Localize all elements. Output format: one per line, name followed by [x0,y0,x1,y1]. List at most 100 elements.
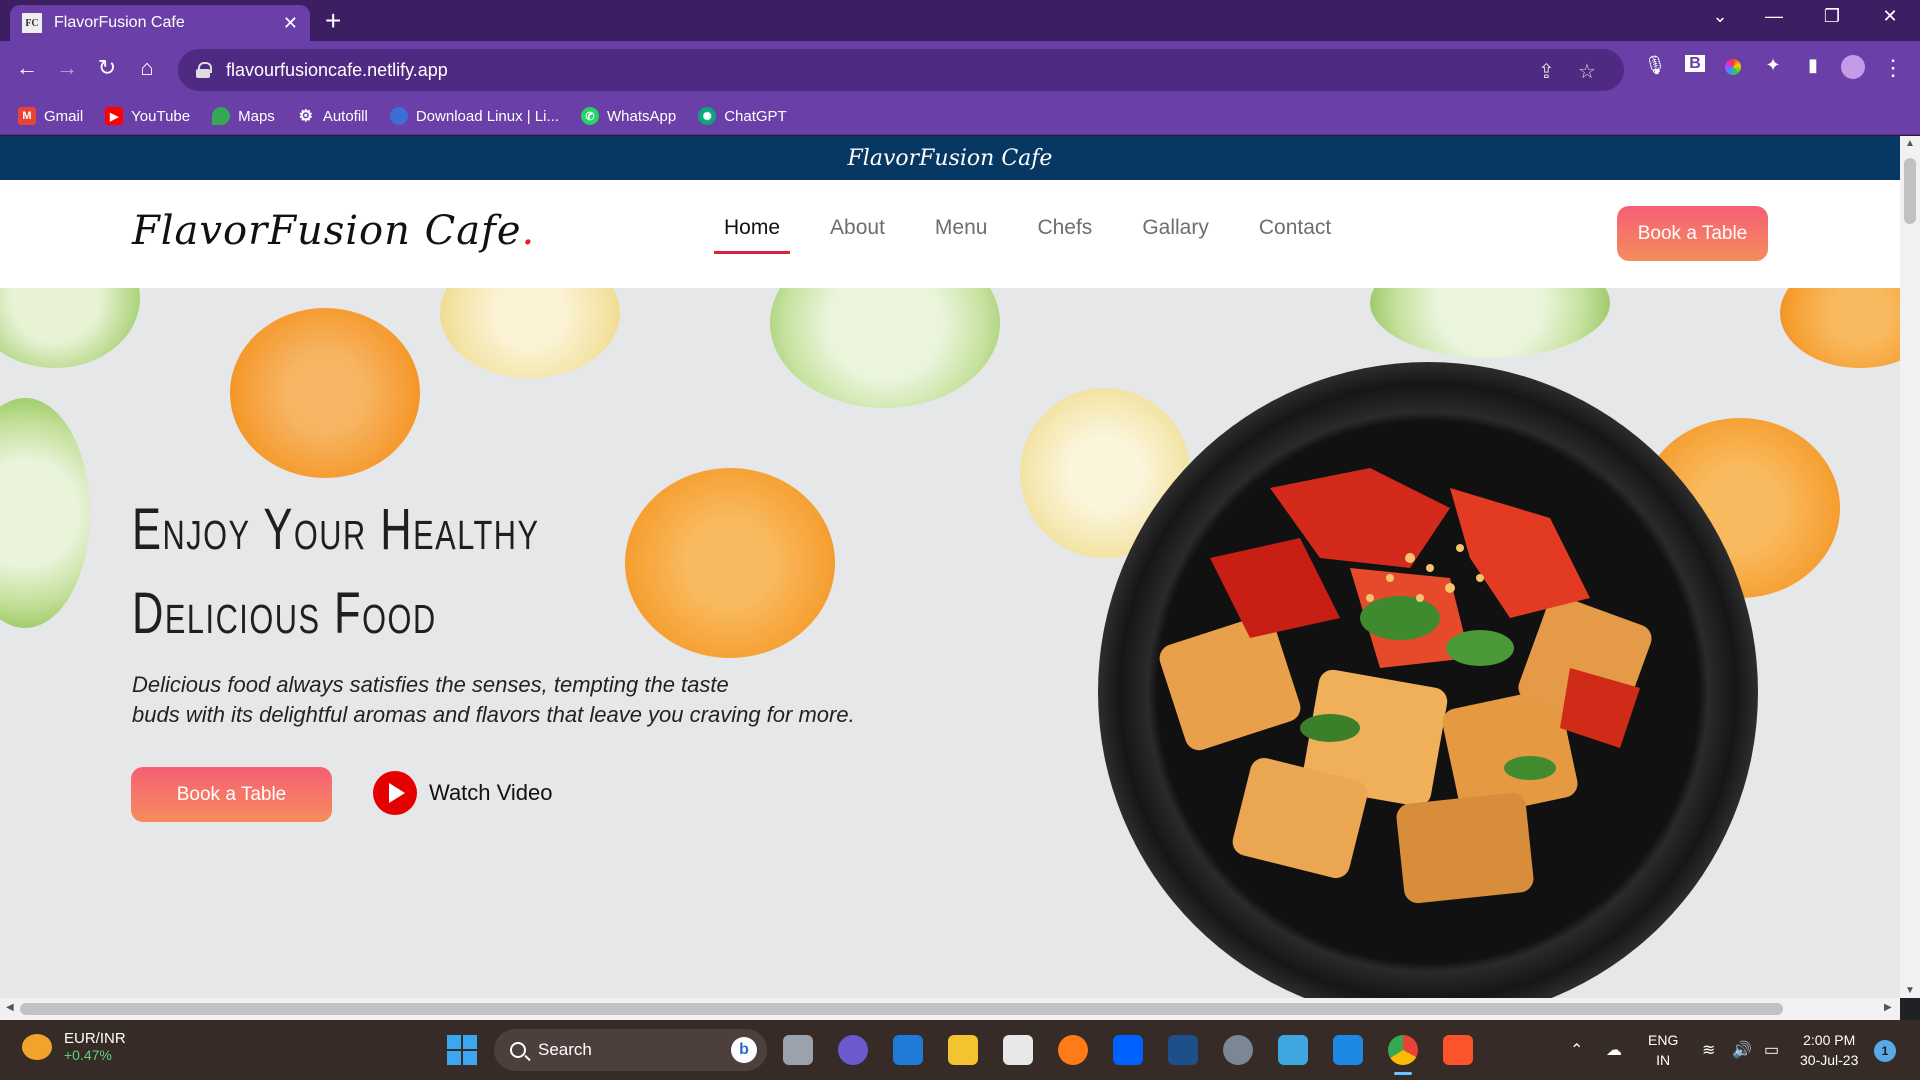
page-viewport: FlavorFusion Cafe FlavorFusion Cafe. Hom… [0,136,1900,998]
close-tab-icon[interactable]: ✕ [283,13,298,34]
language-indicator[interactable]: ENG IN [1648,1030,1678,1070]
nav-gallary[interactable]: Gallary [1142,216,1209,254]
new-tab-icon[interactable]: + [325,6,341,36]
close-window-icon[interactable]: ✕ [1870,6,1910,27]
menu-kebab-icon[interactable]: ⋮ [1878,55,1908,81]
onedrive-icon[interactable]: ☁ [1606,1020,1622,1080]
bookmark-chatgpt[interactable]: ✺ ChatGPT [698,107,787,125]
share-icon[interactable]: ⇪ [1538,59,1555,84]
ticker-change: +0.47% [64,1047,112,1063]
vertical-scrollbar[interactable]: ▲ ▼ [1900,136,1920,998]
language-code: ENG [1648,1032,1679,1048]
hero-book-table-button[interactable]: Book a Table [131,767,332,822]
bookmark-star-icon[interactable]: ☆ [1578,59,1596,84]
nav-home[interactable]: Home [713,216,791,254]
nav-contact[interactable]: Contact [1259,216,1331,254]
scroll-down-icon[interactable]: ▼ [1900,985,1920,996]
mail-icon[interactable] [893,1035,923,1065]
whatsapp-icon: ✆ [581,107,599,125]
corn-slice-image [440,288,620,378]
scroll-left-icon[interactable]: ◀ [6,1002,14,1013]
horizontal-scrollbar[interactable]: ◀ ▶ [0,998,1900,1020]
restore-icon[interactable]: ❐ [1812,6,1852,27]
tab-title: FlavorFusion Cafe [54,14,185,31]
bookmark-gmail[interactable]: M Gmail [18,107,83,125]
extensions-puzzle-icon[interactable]: ✦ [1758,55,1788,76]
reload-icon[interactable]: ↻ [92,55,122,81]
task-view-icon[interactable] [783,1035,813,1065]
microsoft-store-icon[interactable] [1003,1035,1033,1065]
bookmark-autofill[interactable]: ⚙ Autofill [297,107,368,126]
taskbar-search[interactable]: Search b [494,1029,767,1071]
show-hidden-icons-chevron-icon[interactable]: ⌃ [1570,1020,1583,1080]
teams-chat-icon[interactable] [838,1035,868,1065]
scroll-up-icon[interactable]: ▲ [1900,138,1920,149]
maps-icon [212,107,231,125]
bookmark-label: ChatGPT [724,107,787,125]
brave-icon[interactable] [1443,1035,1473,1065]
region-code: IN [1656,1052,1671,1068]
browser-toolbar: ← → ↻ ⌂ flavourfusioncafe.netlify.app ⇪ … [0,41,1920,98]
carrot-slice-image [1780,288,1900,368]
file-explorer-icon[interactable] [948,1035,978,1065]
linux-icon [389,107,408,125]
volume-icon[interactable]: 🔊 [1732,1020,1752,1080]
play-icon[interactable] [373,771,417,815]
extension-b-icon[interactable]: B [1680,55,1710,73]
dropbox-icon[interactable] [1113,1035,1143,1065]
bing-icon[interactable]: b [731,1037,757,1063]
hero-text-line: buds with its delightful aromas and flav… [132,702,855,727]
side-panel-icon[interactable]: ▮ [1798,55,1828,76]
watch-video-button[interactable]: Watch Video [373,771,553,815]
home-icon[interactable]: ⌂ [132,55,162,81]
browser-tab-bar: FC FlavorFusion Cafe ✕ + ⌄ — ❐ ✕ [0,0,1920,41]
vscode-icon[interactable] [1333,1035,1363,1065]
hero-section: Enjoy Your Healthy Delicious Food Delici… [0,288,1900,998]
extension-color-icon[interactable] [1718,55,1748,81]
bookmark-linux[interactable]: Download Linux | Li... [389,107,559,125]
book-table-button[interactable]: Book a Table [1617,206,1768,261]
bookmark-label: Autofill [322,107,368,125]
minimize-icon[interactable]: — [1754,6,1794,27]
firefox-icon[interactable] [1058,1035,1088,1065]
main-nav: Home About Menu Chefs Gallary Contact [713,216,1331,254]
app-icon[interactable] [1168,1035,1198,1065]
bookmark-maps[interactable]: Maps [212,107,275,125]
browser-tab[interactable]: FC FlavorFusion Cafe ✕ [10,5,310,41]
bookmark-whatsapp[interactable]: ✆ WhatsApp [581,107,676,125]
site-logo[interactable]: FlavorFusion Cafe. [132,208,535,254]
youtube-icon: ▶ [105,107,124,125]
stock-widget[interactable]: EUR/INR +0.47% [22,1030,126,1063]
vertical-scroll-thumb[interactable] [1904,158,1916,224]
bookmark-label: YouTube [131,107,191,125]
nav-menu[interactable]: Menu [935,216,988,254]
notepad-icon[interactable] [1278,1035,1308,1065]
forward-icon[interactable]: → [52,55,82,81]
nav-about[interactable]: About [830,216,885,254]
search-icon [510,1042,526,1058]
tab-search-chevron-icon[interactable]: ⌄ [1700,6,1740,27]
wifi-icon[interactable]: ≋ [1702,1020,1715,1080]
extension-mic-icon[interactable]: 🎙 [1640,55,1670,76]
bookmark-label: Maps [238,107,275,125]
profile-avatar[interactable] [1838,55,1868,85]
back-icon[interactable]: ← [12,55,42,81]
clock[interactable]: 2:00 PM 30-Jul-23 [1800,1030,1858,1070]
chrome-icon[interactable] [1388,1035,1418,1075]
lock-icon[interactable] [196,62,212,78]
address-bar[interactable]: flavourfusioncafe.netlify.app ⇪ ☆ [178,49,1624,91]
notification-badge[interactable]: 1 [1874,1040,1896,1062]
windows-start-icon[interactable] [447,1035,477,1065]
bookmark-label: Download Linux | Li... [415,107,559,125]
url-text: flavourfusioncafe.netlify.app [226,59,448,80]
search-placeholder: Search [538,1040,592,1059]
settings-icon[interactable] [1223,1035,1253,1065]
scroll-right-icon[interactable]: ▶ [1884,1002,1892,1013]
watch-video-label: Watch Video [429,780,553,805]
clock-time: 2:00 PM [1803,1032,1856,1048]
site-favicon-icon: FC [22,13,42,33]
battery-icon[interactable]: ▭ [1764,1020,1779,1080]
nav-chefs[interactable]: Chefs [1037,216,1092,254]
bookmark-youtube[interactable]: ▶ YouTube [105,107,190,125]
horizontal-scroll-thumb[interactable] [20,1003,1783,1015]
